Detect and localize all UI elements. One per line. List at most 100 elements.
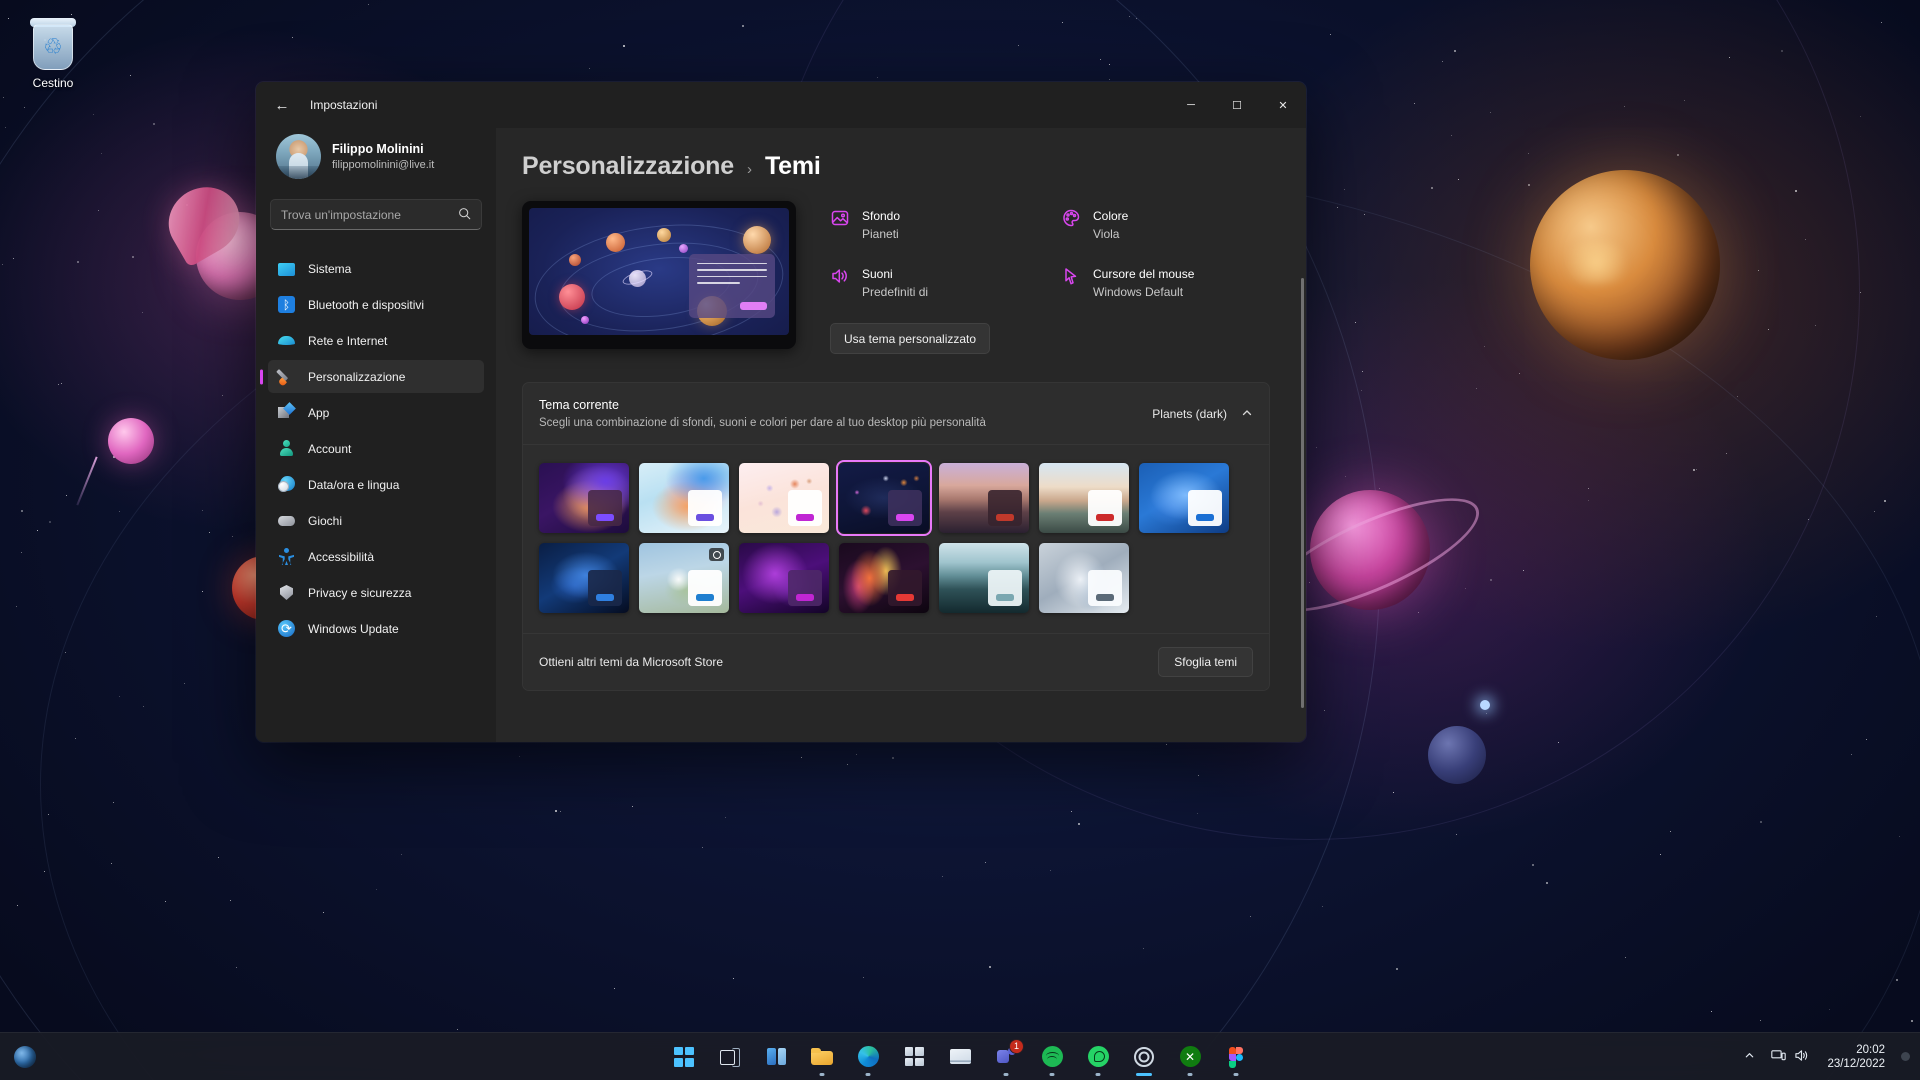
theme-property-value: Predefiniti di: [862, 285, 929, 299]
taskbar-clock[interactable]: 20:02 23/12/2022: [1819, 1043, 1893, 1071]
theme-thumbnail-grid: [523, 445, 1269, 633]
theme-thumbnail[interactable]: [739, 543, 829, 613]
tray-overflow-button[interactable]: [1738, 1040, 1761, 1074]
thumbnail-accent-chip: [896, 594, 914, 601]
theme-property-palette[interactable]: Colore Viola: [1061, 207, 1270, 243]
sidebar-item-giochi[interactable]: Giochi: [268, 504, 484, 537]
settings-sidebar: Filippo Molinini filippomolinini@live.it…: [256, 128, 496, 742]
wallpaper-glow: [1480, 700, 1490, 710]
taskbar-task-view-button[interactable]: [710, 1037, 750, 1077]
preview-window-mock: [689, 254, 775, 318]
taskbar-xbox[interactable]: [1170, 1037, 1210, 1077]
gamepad-icon: [278, 512, 295, 529]
breadcrumb-parent[interactable]: Personalizzazione: [522, 152, 734, 181]
search-input[interactable]: [281, 207, 452, 222]
theme-property-title: Colore: [1093, 209, 1129, 223]
taskbar-start-button[interactable]: [664, 1037, 704, 1077]
sidebar-item-privacy-e-sicurezza[interactable]: Privacy e sicurezza: [268, 576, 484, 609]
maximize-button[interactable]: ☐: [1214, 82, 1260, 128]
sidebar-item-label: App: [308, 405, 330, 420]
theme-thumbnail[interactable]: [939, 463, 1029, 533]
theme-property-speaker[interactable]: Suoni Predefiniti di: [830, 265, 1039, 301]
taskbar-spotify[interactable]: [1032, 1037, 1072, 1077]
shield-icon: [278, 584, 295, 601]
theme-thumbnail[interactable]: [539, 543, 629, 613]
taskbar-figma[interactable]: [1216, 1037, 1256, 1077]
mail-icon: [949, 1049, 971, 1064]
theme-properties: Sfondo Pianeti Colore Viola Suoni Predef…: [830, 201, 1270, 354]
taskbar-settings[interactable]: [1124, 1037, 1164, 1077]
theme-thumbnail[interactable]: [539, 463, 629, 533]
sidebar-item-bluetooth-e-dispositivi[interactable]: ᛒ Bluetooth e dispositivi: [268, 288, 484, 321]
taskbar-file-explorer[interactable]: [802, 1037, 842, 1077]
theme-thumbnail[interactable]: [739, 463, 829, 533]
thumbnail-window-mock: [888, 570, 922, 606]
browse-themes-button[interactable]: Sfoglia temi: [1158, 647, 1253, 677]
theme-thumbnail[interactable]: [1039, 463, 1129, 533]
microsoft-store-icon: [904, 1047, 924, 1066]
content-scrollbar[interactable]: [1301, 278, 1304, 708]
wallpaper-planet-large: [1530, 170, 1720, 360]
sidebar-item-windows-update[interactable]: Windows Update: [268, 612, 484, 645]
thumbnail-window-mock: [1088, 570, 1122, 606]
taskbar-microsoft-teams[interactable]: 1: [986, 1037, 1026, 1077]
taskbar-microsoft-edge[interactable]: [848, 1037, 888, 1077]
start-button-icon: [674, 1046, 694, 1067]
breadcrumb: Personalizzazione › Temi: [522, 128, 1270, 201]
thumbnail-accent-chip: [996, 594, 1014, 601]
back-button[interactable]: ←: [265, 90, 299, 120]
thumbnail-window-mock: [588, 490, 622, 526]
theme-selector-toggle[interactable]: Planets (dark): [1152, 407, 1253, 422]
thumbnail-accent-chip: [596, 594, 614, 601]
sidebar-item-sistema[interactable]: Sistema: [268, 252, 484, 285]
wallpaper-planet-small: [108, 418, 154, 464]
user-profile[interactable]: Filippo Molinini filippomolinini@live.it: [268, 128, 484, 179]
taskbar-whatsapp[interactable]: [1078, 1037, 1118, 1077]
current-theme-title: Tema corrente: [539, 398, 619, 412]
taskbar-microsoft-store[interactable]: [894, 1037, 934, 1077]
thumbnail-window-mock: [988, 490, 1022, 526]
store-link-text: Ottieni altri temi da Microsoft Store: [539, 655, 724, 669]
sidebar-item-label: Rete e Internet: [308, 333, 388, 348]
microsoft-edge-icon: [857, 1046, 879, 1067]
tray-status-button[interactable]: [1765, 1040, 1815, 1074]
theme-thumbnail[interactable]: [1039, 543, 1129, 613]
desktop-icon-recycle-bin[interactable]: ♲ Cestino: [10, 14, 96, 91]
taskbar-weather-widget[interactable]: [8, 1040, 42, 1074]
update-icon: [278, 620, 295, 637]
theme-thumbnail[interactable]: [839, 543, 929, 613]
theme-thumbnail[interactable]: [939, 543, 1029, 613]
taskbar-widgets-button[interactable]: [756, 1037, 796, 1077]
sidebar-item-personalizzazione[interactable]: Personalizzazione: [268, 360, 484, 393]
notification-bell-icon[interactable]: [1901, 1052, 1910, 1061]
theme-thumbnail[interactable]: [639, 543, 729, 613]
desktop-icon-label: Cestino: [32, 76, 74, 90]
sidebar-item-data-ora-e-lingua[interactable]: Data/ora e lingua: [268, 468, 484, 501]
sidebar-item-label: Windows Update: [308, 621, 399, 636]
speaker-icon: [830, 266, 850, 286]
minimize-button[interactable]: ─: [1168, 82, 1214, 128]
system-tray: 20:02 23/12/2022: [1738, 1040, 1910, 1074]
widgets-button-icon: [766, 1048, 786, 1065]
sidebar-item-account[interactable]: Account: [268, 432, 484, 465]
sidebar-item-app[interactable]: App: [268, 396, 484, 429]
taskbar-mail[interactable]: [940, 1037, 980, 1077]
theme-property-cursor[interactable]: Cursore del mouse Windows Default: [1061, 265, 1270, 301]
thumbnail-window-mock: [888, 490, 922, 526]
sidebar-item-rete-e-internet[interactable]: Rete e Internet: [268, 324, 484, 357]
network-icon: [278, 332, 295, 349]
sidebar-item-accessibilit[interactable]: Accessibilità: [268, 540, 484, 573]
account-icon: [278, 440, 295, 457]
sidebar-item-label: Sistema: [308, 261, 352, 276]
settings-content: Personalizzazione › Temi Sfondo Pianeti …: [496, 128, 1306, 742]
search-box[interactable]: [270, 199, 482, 230]
theme-thumbnail[interactable]: [1139, 463, 1229, 533]
theme-properties-grid: Sfondo Pianeti Colore Viola Suoni Predef…: [830, 207, 1270, 301]
close-icon: ✕: [1278, 99, 1288, 112]
theme-thumbnail-selected[interactable]: [836, 460, 932, 536]
close-button[interactable]: ✕: [1260, 82, 1306, 128]
use-custom-theme-button[interactable]: Usa tema personalizzato: [830, 323, 991, 354]
thumbnail-accent-chip: [896, 514, 914, 521]
theme-thumbnail[interactable]: [639, 463, 729, 533]
theme-property-image[interactable]: Sfondo Pianeti: [830, 207, 1039, 243]
